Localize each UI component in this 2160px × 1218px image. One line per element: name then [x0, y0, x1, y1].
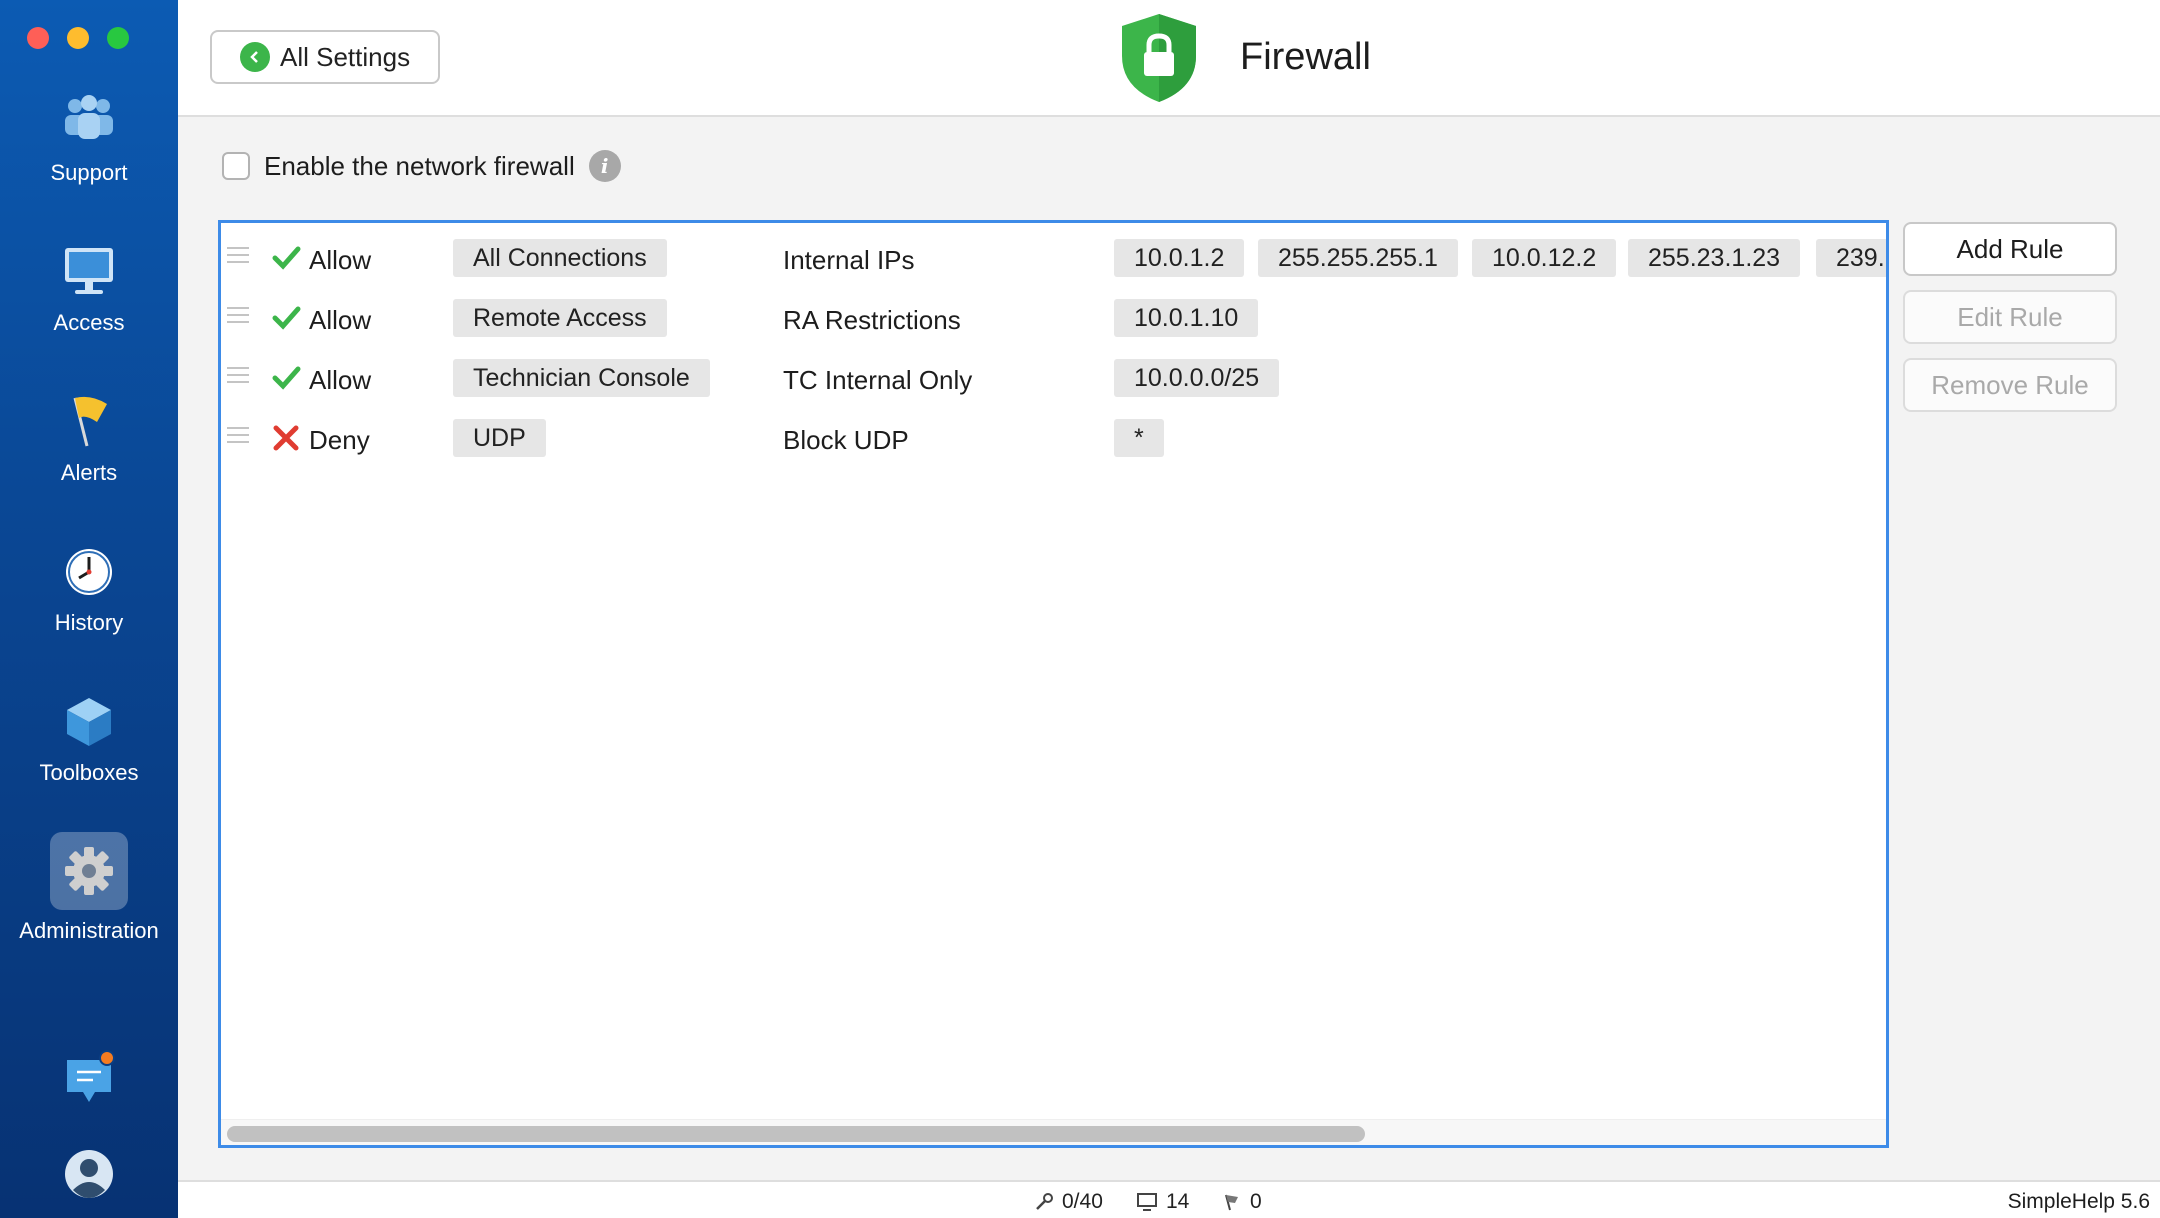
rule-address: 10.0.1.10	[1114, 299, 1259, 337]
all-settings-button[interactable]: All Settings	[210, 30, 440, 84]
nav-alerts-label: Alerts	[60, 460, 118, 485]
rule-name: Block UDP	[783, 425, 909, 455]
rule-address: 255.255.255.1	[1258, 239, 1458, 277]
firewall-rules-list[interactable]: Allow All Connections Internal IPs 10.0.…	[218, 220, 1889, 1148]
machines-count: 14	[1166, 1190, 1190, 1213]
monitor-small-icon	[1137, 1193, 1157, 1211]
version-label: SimpleHelp 5.6	[2007, 1190, 2150, 1213]
nav-alerts[interactable]: Alerts	[0, 392, 178, 486]
flag-small-icon	[1225, 1194, 1238, 1211]
rule-address: 10.0.0.0/25	[1114, 359, 1280, 397]
license-status[interactable]: 0/40	[1034, 1190, 1103, 1214]
checkmark-icon	[271, 363, 301, 393]
rule-address: 255.23.1.23	[1628, 239, 1801, 277]
nav-toolboxes[interactable]: Toolboxes	[0, 692, 178, 786]
window-minimize-button[interactable]	[67, 27, 89, 49]
rule-name: Internal IPs	[783, 245, 915, 275]
enable-firewall-checkbox[interactable]	[222, 152, 250, 180]
enable-firewall-row: Enable the network firewall i	[222, 150, 621, 182]
nav-support-label: Support	[50, 160, 128, 185]
nav-administration[interactable]: Administration	[0, 832, 178, 944]
alerts-status[interactable]: 0	[1222, 1190, 1262, 1214]
cube-icon	[57, 692, 121, 752]
monitor-icon	[57, 242, 121, 302]
drag-handle-icon[interactable]	[227, 307, 249, 327]
rule-address: 10.0.1.2	[1114, 239, 1245, 277]
rule-action: Allow	[309, 305, 372, 335]
nav-administration-label: Administration	[19, 918, 159, 943]
rule-row[interactable]: Deny UDP Block UDP *	[221, 409, 1886, 465]
drag-handle-icon[interactable]	[227, 247, 249, 267]
user-account-button[interactable]	[0, 1146, 178, 1202]
flag-icon	[57, 392, 121, 452]
remove-rule-button[interactable]: Remove Rule	[1903, 358, 2117, 412]
rule-row[interactable]: Allow All Connections Internal IPs 10.0.…	[221, 229, 1886, 285]
info-icon[interactable]: i	[588, 150, 621, 182]
rule-name: RA Restrictions	[783, 305, 961, 335]
all-settings-label: All Settings	[280, 41, 411, 72]
alerts-count: 0	[1250, 1190, 1262, 1213]
key-icon	[1036, 1193, 1053, 1210]
chat-icon	[57, 1050, 121, 1108]
edit-rule-button[interactable]: Edit Rule	[1903, 290, 2117, 344]
rule-connection-type: Remote Access	[453, 299, 667, 337]
nav-toolboxes-label: Toolboxes	[39, 760, 139, 785]
enable-firewall-label: Enable the network firewall	[264, 150, 575, 181]
rule-action: Allow	[309, 245, 372, 275]
license-count: 0/40	[1062, 1190, 1103, 1213]
checkmark-icon	[271, 303, 301, 333]
horizontal-scrollbar[interactable]	[221, 1119, 1886, 1145]
page-title: Firewall	[1240, 36, 1371, 78]
rule-row[interactable]: Allow Technician Console TC Internal Onl…	[221, 349, 1886, 405]
clock-icon	[57, 542, 121, 602]
nav-access[interactable]: Access	[0, 242, 178, 336]
rule-address: 239.1	[1816, 239, 1886, 277]
rule-name: TC Internal Only	[783, 365, 973, 395]
window-close-button[interactable]	[27, 27, 49, 49]
chat-button[interactable]	[0, 1050, 178, 1108]
rule-connection-type: Technician Console	[453, 359, 710, 397]
drag-handle-icon[interactable]	[227, 427, 249, 447]
rule-address: 10.0.12.2	[1472, 239, 1617, 277]
status-bar: 0/40 14 0 SimpleHelp 5.6	[178, 1180, 2160, 1218]
people-icon	[57, 92, 121, 152]
rule-connection-type: All Connections	[453, 239, 667, 277]
sidebar: Support Access Alerts History Toolboxes …	[0, 0, 178, 1218]
shield-lock-icon	[1118, 12, 1200, 104]
rule-action: Allow	[309, 365, 372, 395]
gear-icon	[50, 832, 128, 910]
machines-status[interactable]: 14	[1136, 1190, 1189, 1214]
nav-access-label: Access	[53, 310, 125, 335]
header: All Settings Firewall	[178, 0, 2160, 117]
nav-support[interactable]: Support	[0, 92, 178, 186]
chat-notification-badge	[99, 1050, 115, 1066]
nav-history[interactable]: History	[0, 542, 178, 636]
rule-address: *	[1114, 419, 1164, 457]
horizontal-scrollbar-thumb[interactable]	[227, 1126, 1365, 1142]
window-zoom-button[interactable]	[107, 27, 129, 49]
nav-history-label: History	[54, 610, 124, 635]
rule-row[interactable]: Allow Remote Access RA Restrictions 10.0…	[221, 289, 1886, 345]
user-avatar-icon	[57, 1146, 121, 1202]
deny-x-icon	[271, 423, 301, 453]
rule-connection-type: UDP	[453, 419, 546, 457]
chevron-left-icon	[240, 42, 270, 72]
drag-handle-icon[interactable]	[227, 367, 249, 387]
rule-action: Deny	[309, 425, 370, 455]
add-rule-button[interactable]: Add Rule	[1903, 222, 2117, 276]
checkmark-icon	[271, 243, 301, 273]
